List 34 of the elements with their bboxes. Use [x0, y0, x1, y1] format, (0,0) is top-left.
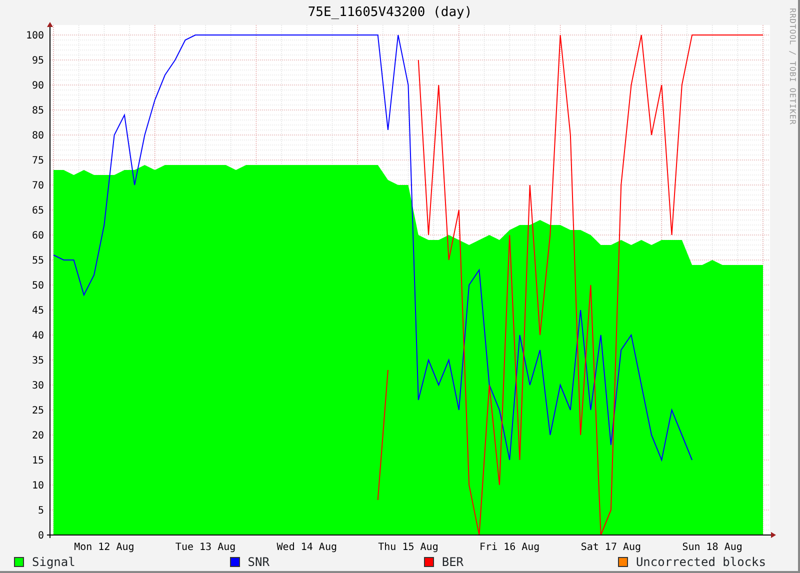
tick-label: 65	[32, 206, 44, 216]
tick-label: 55	[32, 256, 44, 266]
tick-label: 20	[32, 430, 44, 442]
tick-label: Thu 15 Aug	[378, 542, 438, 553]
tick-label: 0	[38, 530, 44, 542]
tick-label: 80	[32, 130, 44, 142]
legend-label: SNR	[248, 554, 270, 571]
tick-label: 85	[32, 106, 44, 116]
legend-label: BER	[442, 554, 464, 571]
tick-label: 5	[38, 506, 44, 516]
tick-label: 25	[32, 406, 44, 416]
tick-label: Wed 14 Aug	[276, 542, 337, 553]
tick-label: Tue 13 Aug	[175, 542, 236, 553]
tick-label: 10	[32, 480, 44, 492]
tick-label: Fri 16 Aug	[480, 542, 540, 553]
tick-label: Sun 18 Aug	[682, 542, 742, 553]
tick-label: 30	[32, 380, 44, 392]
tick-label: 95	[32, 56, 44, 66]
tick-label: Mon 12 Aug	[74, 542, 134, 553]
tick-label: 75	[32, 156, 44, 166]
credit-text: RRDTOOL / TOBI OETIKER	[787, 7, 798, 127]
tick-label: Sat 17 Aug	[580, 542, 642, 553]
tick-label: 45	[32, 306, 44, 316]
tick-label: 60	[32, 230, 44, 242]
legend-label: Signal	[32, 554, 76, 571]
tick-label: 50	[32, 280, 44, 292]
legend-label: Uncorrected blocks	[636, 554, 766, 571]
tick-label: 40	[32, 330, 44, 342]
tick-label: 70	[32, 180, 44, 192]
tick-label: 100	[26, 30, 44, 42]
chart-title: 75E_11605V43200 (day)	[306, 4, 474, 22]
tick-label: 15	[32, 456, 44, 466]
tick-label: 35	[32, 356, 44, 366]
tick-label: 90	[32, 80, 44, 92]
